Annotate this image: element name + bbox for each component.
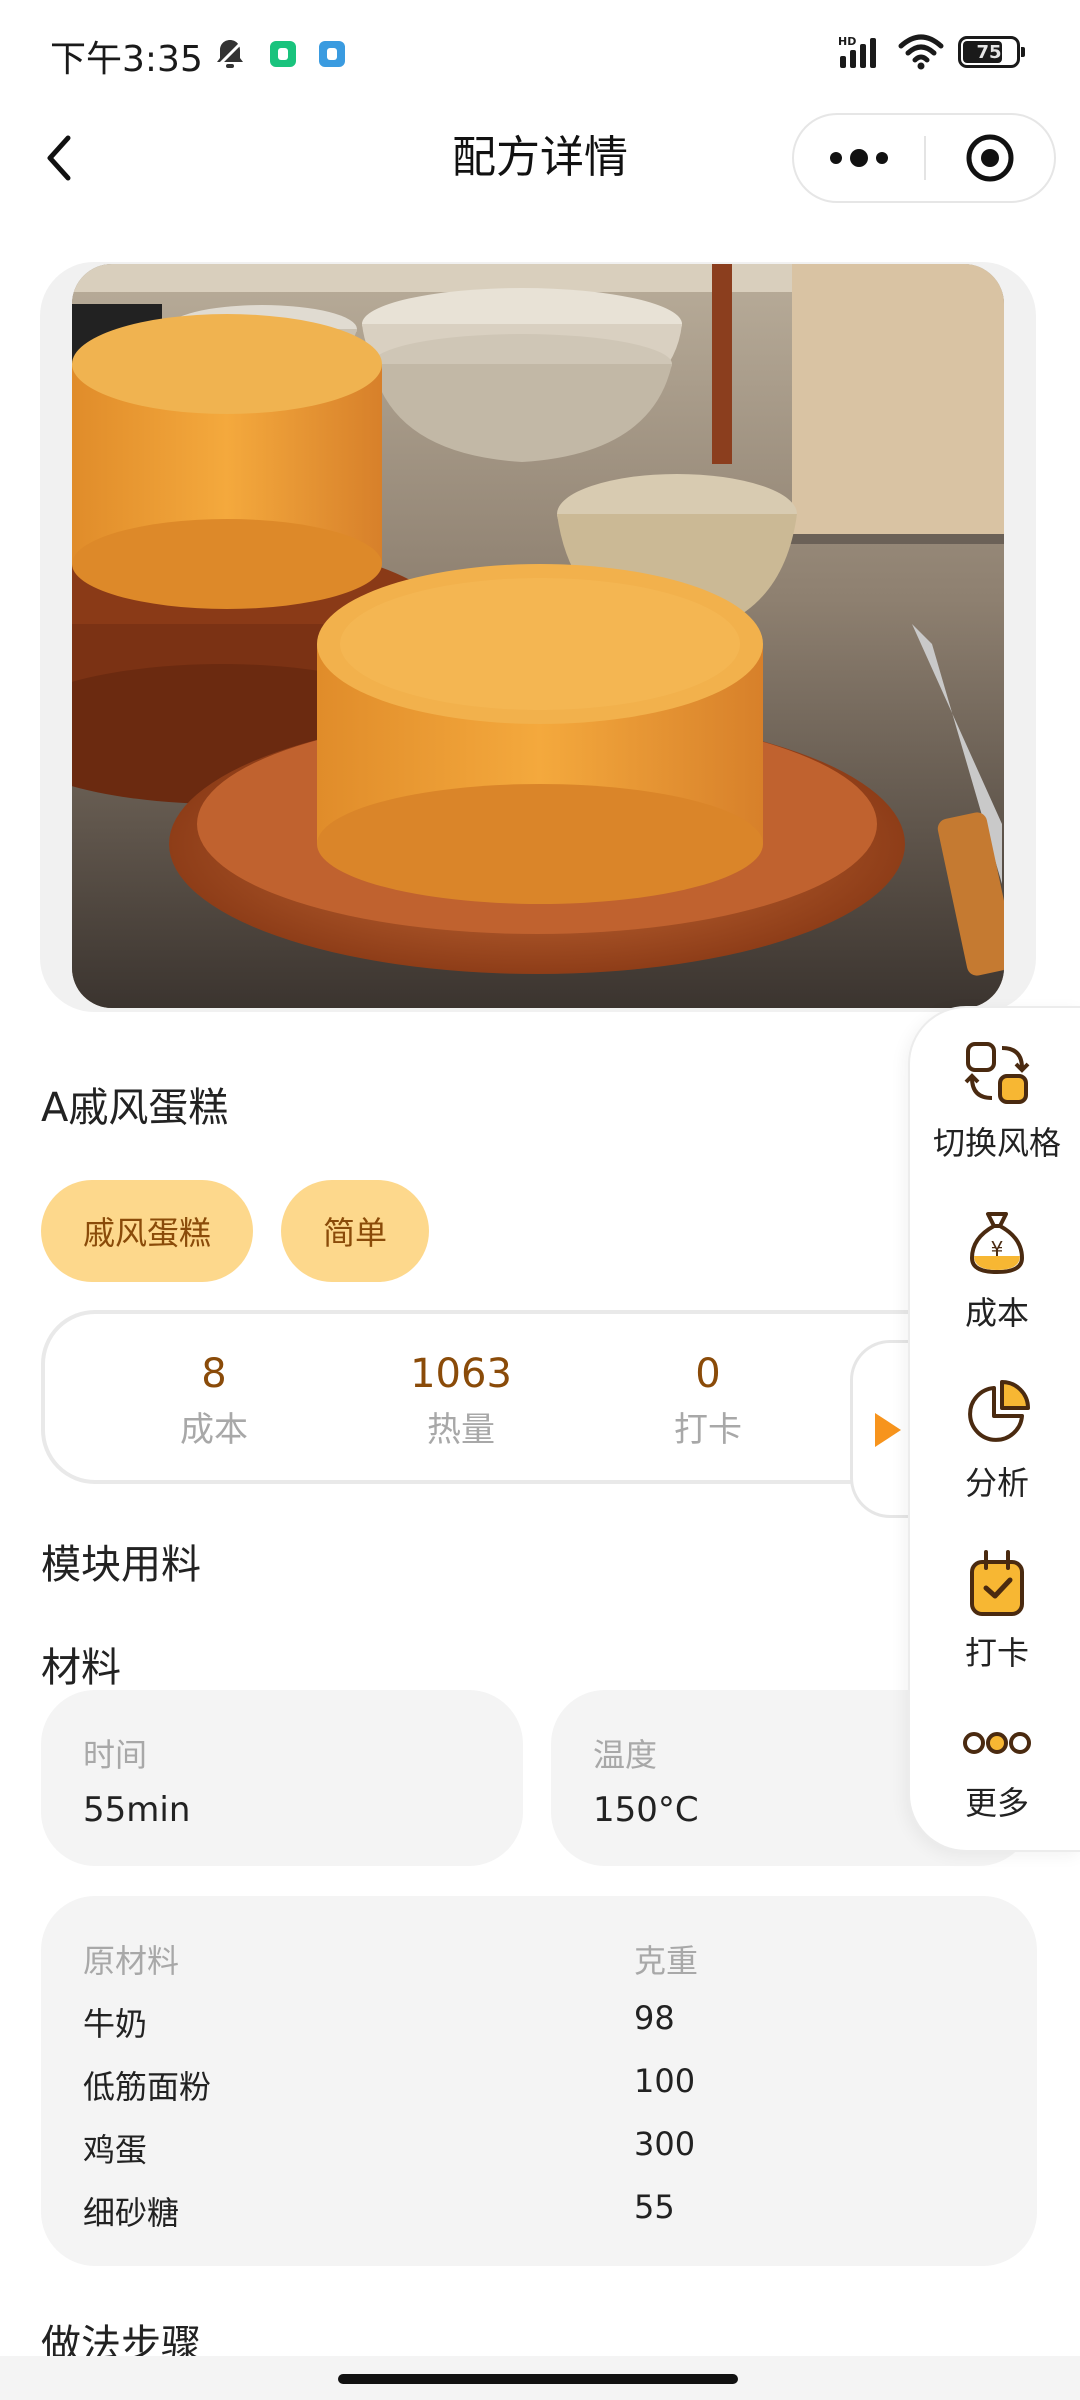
table-row: 低筋面粉 100 [83,2062,983,2112]
upload-notification-icon [319,41,345,67]
cost-label: 成本 [964,1294,1029,1332]
cake-photo-illustration [72,264,1004,1008]
app-notification-icon [270,41,296,67]
muted-bell-icon [214,38,246,70]
stat-cost-value: 8 [201,1351,227,1397]
floating-action-menu: 切换风格 ¥ 成本 分析 打卡 更多 [908,1006,1080,1852]
analysis-label: 分析 [964,1464,1029,1502]
stat-cost-label: 成本 [180,1410,248,1450]
cost-button[interactable]: ¥ 成本 [910,1208,1080,1368]
ingredient-weight: 100 [634,2062,696,2100]
time-label: 时间 [83,1736,148,1774]
ingredient-name: 低筋面粉 [83,2068,212,2106]
mini-program-capsule [792,113,1056,203]
more-label: 更多 [964,1784,1029,1822]
table-row: 牛奶 98 [83,1999,983,2049]
header-weight: 克重 [634,1942,699,1980]
home-indicator[interactable] [338,2374,738,2384]
switch-style-button[interactable]: 切换风格 [910,1038,1080,1198]
ingredients-table: 原材料 克重 牛奶 98 低筋面粉 100 鸡蛋 300 细砂糖 55 [41,1896,1037,2266]
recipe-title: A戚风蛋糕 [41,1085,229,1131]
temperature-label: 温度 [593,1736,658,1774]
ingredient-name: 细砂糖 [83,2194,180,2232]
signal-icon: HD [838,35,876,68]
stat-calories[interactable]: 1063 热量 [376,1350,546,1451]
recipe-image-frame [40,262,1036,1012]
switch-style-icon [964,1042,1030,1104]
checkin-label: 打卡 [964,1634,1029,1672]
time-card: 时间 55min [41,1690,523,1866]
stat-checkin-value: 0 [695,1351,721,1397]
status-bar: 下午3:35 HD 75 [0,0,1080,105]
ingredient-weight: 300 [634,2125,696,2163]
stat-calories-label: 热量 [427,1410,495,1450]
ingredient-name: 牛奶 [83,2005,148,2043]
temperature-value: 150°C [593,1790,699,1830]
table-row: 细砂糖 55 [83,2188,983,2238]
stat-calories-value: 1063 [410,1351,512,1397]
ingredient-name: 鸡蛋 [83,2131,148,2169]
more-button[interactable]: 更多 [910,1718,1080,1878]
header-ingredient: 原材料 [83,1942,180,1980]
svg-text:¥: ¥ [991,1237,1004,1261]
close-mini-program-button[interactable] [926,115,1054,201]
battery-indicator: 75 [958,36,1025,68]
recipe-tags: 戚风蛋糕 简单 [41,1180,430,1282]
target-close-icon [966,134,1014,182]
checkin-button[interactable]: 打卡 [910,1548,1080,1708]
materials-title: 材料 [41,1645,121,1691]
tag-chiffon[interactable]: 戚风蛋糕 [41,1180,254,1282]
wifi-icon [898,34,944,70]
time-value: 55min [83,1790,191,1830]
ingredient-weight: 55 [634,2188,675,2226]
switch-style-label: 切换风格 [932,1124,1061,1162]
table-row: 鸡蛋 300 [83,2125,983,2175]
recipe-image[interactable] [72,264,1004,1008]
battery-level: 75 [976,41,1002,63]
stat-cost[interactable]: 8 成本 [129,1350,299,1451]
more-options-button[interactable] [794,115,924,201]
tag-difficulty[interactable]: 简单 [281,1180,430,1282]
more-icon [963,1732,1031,1754]
stat-checkin[interactable]: 0 打卡 [623,1350,793,1451]
svg-text:HD: HD [838,35,856,48]
stat-checkin-label: 打卡 [674,1410,742,1450]
analysis-button[interactable]: 分析 [910,1378,1080,1538]
checkin-icon [970,1550,1024,1616]
pie-chart-icon [968,1380,1030,1442]
play-arrow-icon [875,1413,901,1447]
status-time: 下午3:35 [50,39,203,80]
money-bag-icon: ¥ [969,1212,1025,1275]
ingredient-weight: 98 [634,1999,675,2037]
module-ingredients-title: 模块用料 [41,1542,201,1588]
table-header: 原材料 克重 [83,1936,983,1986]
